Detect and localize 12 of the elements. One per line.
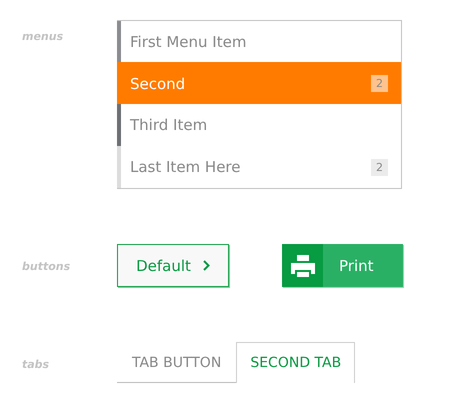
tab[interactable]: SECOND TAB — [236, 342, 356, 383]
menu-item[interactable]: Second 2 — [117, 62, 401, 105]
default-button[interactable]: Default — [117, 244, 229, 287]
section-label: menus — [22, 30, 64, 43]
print-button[interactable]: Print — [282, 244, 403, 287]
count-badge: 2 — [371, 75, 388, 92]
count-badge: 2 — [371, 158, 388, 176]
chevron-right-icon — [202, 260, 210, 271]
printer-icon — [290, 254, 316, 278]
section-label: buttons — [22, 260, 70, 273]
section-label: tabs — [22, 358, 50, 371]
menu-item[interactable]: Third Item — [117, 104, 401, 146]
